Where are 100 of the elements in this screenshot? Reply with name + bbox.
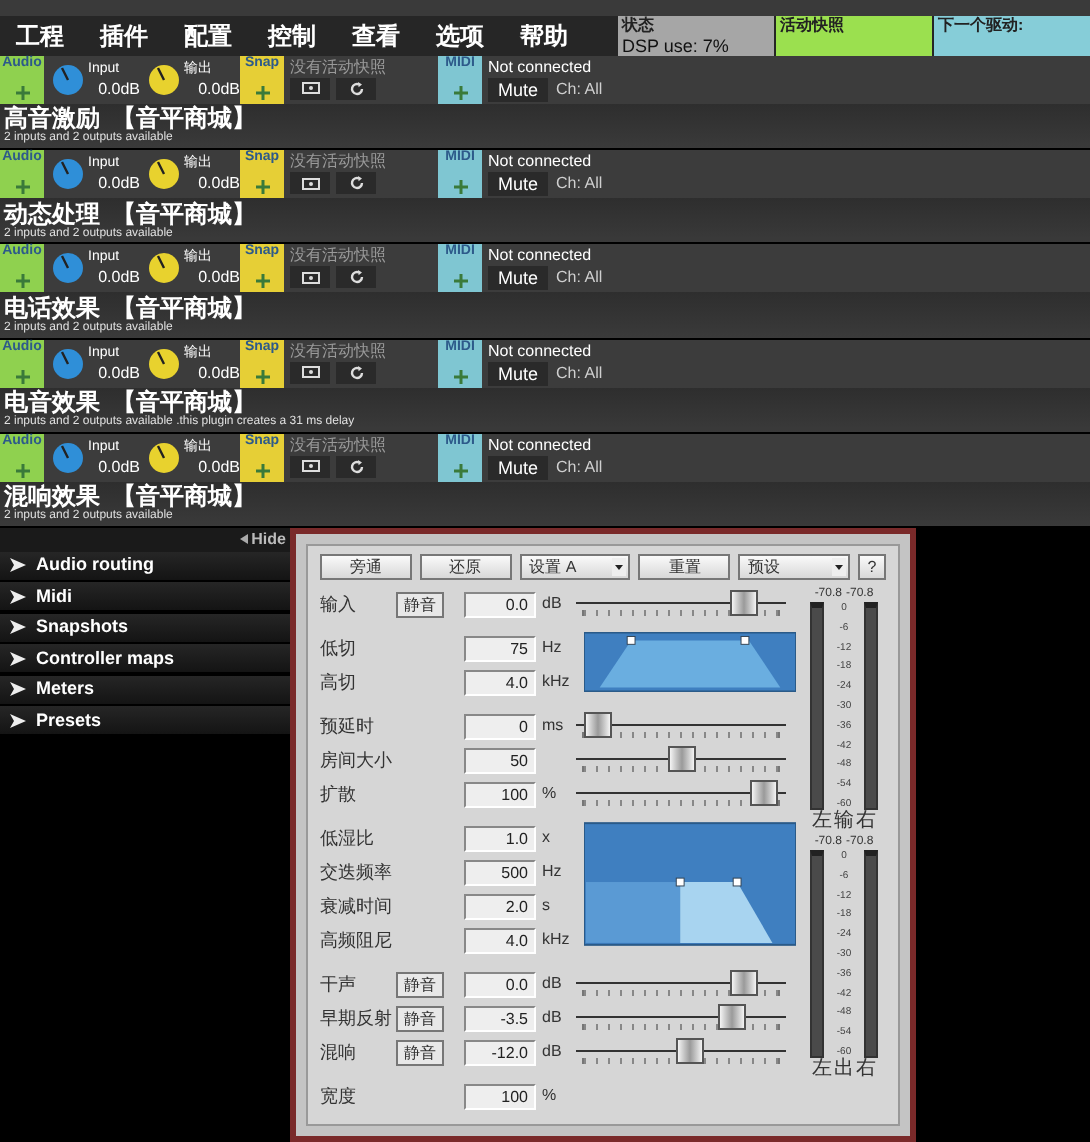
sidebar-label: Presets <box>36 709 102 732</box>
help-button[interactable]: ? <box>858 553 886 580</box>
unit-label: dB <box>540 592 564 617</box>
filter-graph[interactable] <box>584 631 796 692</box>
caret-icon <box>612 557 627 576</box>
sidebar-item[interactable]: Meters <box>0 675 290 706</box>
knob[interactable] <box>148 158 180 191</box>
slider-track[interactable] <box>576 712 786 741</box>
value-field[interactable]: 50 <box>464 747 536 774</box>
slider-track[interactable] <box>576 780 786 809</box>
sidebar-item[interactable]: Controller maps <box>0 644 290 675</box>
snapshot-button[interactable] <box>290 266 330 289</box>
value-field[interactable]: 0 <box>464 713 536 740</box>
menu-item[interactable]: 查看 <box>352 21 400 50</box>
value-field[interactable]: 4.0 <box>464 927 536 954</box>
knob-value: 0.0dB <box>98 79 140 100</box>
toolbar-button[interactable]: 重置 <box>638 553 731 580</box>
param-label: 输入 <box>320 591 358 618</box>
snapshot-button[interactable] <box>290 172 330 195</box>
plugin-name: 混响效果 <box>4 482 100 511</box>
sidebar-item[interactable]: Midi <box>0 582 290 613</box>
value-field[interactable]: -3.5 <box>464 1005 536 1032</box>
collapse-icon[interactable] <box>239 534 248 545</box>
knob-value: 0.0dB <box>198 457 240 478</box>
mute-button[interactable]: Mute <box>488 455 549 480</box>
toolbar-button[interactable]: 旁通 <box>320 553 412 580</box>
mute-button[interactable]: Mute <box>488 172 549 197</box>
crossover-graph[interactable] <box>584 821 796 946</box>
refresh-button[interactable] <box>336 172 376 195</box>
refresh-button[interactable] <box>336 455 376 478</box>
mute-button[interactable]: Mute <box>488 266 549 291</box>
menu-item[interactable]: 配置 <box>184 21 232 50</box>
unit-label: Hz <box>540 636 564 661</box>
knob[interactable] <box>52 63 84 96</box>
knob[interactable] <box>148 63 180 96</box>
value-field[interactable]: 0.0 <box>464 591 536 618</box>
slider-thumb[interactable] <box>676 1038 705 1065</box>
value-field[interactable]: 100 <box>464 781 536 808</box>
value-field[interactable]: -12.0 <box>464 1039 536 1066</box>
value-field[interactable]: 75 <box>464 635 536 662</box>
knob[interactable] <box>148 441 180 474</box>
slider-thumb[interactable] <box>667 746 695 773</box>
knob-value: 0.0dB <box>198 268 240 289</box>
mute-button[interactable]: 静音 <box>396 1039 444 1066</box>
knob[interactable] <box>52 441 84 474</box>
slider-track[interactable] <box>576 590 786 619</box>
sidebar-item[interactable]: Audio routing <box>0 551 290 582</box>
value-field[interactable]: 1.0 <box>464 825 536 852</box>
snapshot-button[interactable] <box>290 361 330 384</box>
menu-item[interactable]: 工程 <box>16 21 64 50</box>
slider-thumb[interactable] <box>750 780 779 807</box>
midi-status: Not connected <box>488 244 594 267</box>
slider-track[interactable] <box>576 1004 786 1033</box>
snapshot-button[interactable] <box>290 455 330 478</box>
mute-button[interactable]: 静音 <box>396 591 444 618</box>
slider-track[interactable] <box>576 1038 786 1067</box>
menu-item[interactable]: 帮助 <box>520 21 568 50</box>
menu-item[interactable]: 控制 <box>268 21 316 50</box>
slider-thumb[interactable] <box>730 970 759 997</box>
dropdown[interactable]: 设置 A <box>519 553 631 580</box>
mute-button[interactable]: Mute <box>488 77 549 102</box>
knob[interactable] <box>52 252 84 285</box>
toolbar-button[interactable]: 还原 <box>419 553 512 580</box>
channel-label: 左 <box>812 809 832 832</box>
unit-label: % <box>540 782 559 807</box>
snapshot-button[interactable] <box>290 77 330 100</box>
menu-item[interactable]: 选项 <box>436 21 484 50</box>
value-field[interactable]: 500 <box>464 859 536 886</box>
mute-button[interactable]: 静音 <box>396 971 444 998</box>
snapshot-status: 没有活动快照 <box>290 55 388 78</box>
dropdown[interactable]: 预设 <box>738 553 851 580</box>
slider-thumb[interactable] <box>717 1004 746 1031</box>
knob[interactable] <box>148 252 180 285</box>
value-field[interactable]: 100 <box>464 1083 536 1110</box>
value-field[interactable]: 4.0 <box>464 669 536 696</box>
refresh-button[interactable] <box>336 361 376 384</box>
sidebar-label: Controller maps <box>36 647 175 670</box>
unit-label: kHz <box>540 670 572 695</box>
midi-status: Not connected <box>488 55 594 78</box>
menu-item[interactable]: 插件 <box>100 21 148 50</box>
knob[interactable] <box>148 347 180 380</box>
knob[interactable] <box>52 158 84 191</box>
value-field[interactable]: 0.0 <box>464 971 536 998</box>
refresh-button[interactable] <box>336 77 376 100</box>
plus-icon <box>15 274 29 289</box>
slider-track[interactable] <box>576 970 786 999</box>
slider-thumb[interactable] <box>730 590 759 617</box>
sidebar-item[interactable]: Snapshots <box>0 613 290 644</box>
mute-button[interactable]: Mute <box>488 361 549 386</box>
hide-button[interactable]: Hide <box>251 529 286 550</box>
plugin-tag: 【音平商城】 <box>112 199 256 228</box>
param-label: 宽度 <box>320 1083 358 1110</box>
slider-track[interactable] <box>576 746 786 775</box>
refresh-button[interactable] <box>336 266 376 289</box>
slider-thumb[interactable] <box>583 712 612 739</box>
knob[interactable] <box>52 347 84 380</box>
mute-button[interactable]: 静音 <box>396 1005 444 1032</box>
refresh-icon <box>349 81 363 96</box>
value-field[interactable]: 2.0 <box>464 893 536 920</box>
sidebar-item[interactable]: Presets <box>0 706 290 737</box>
